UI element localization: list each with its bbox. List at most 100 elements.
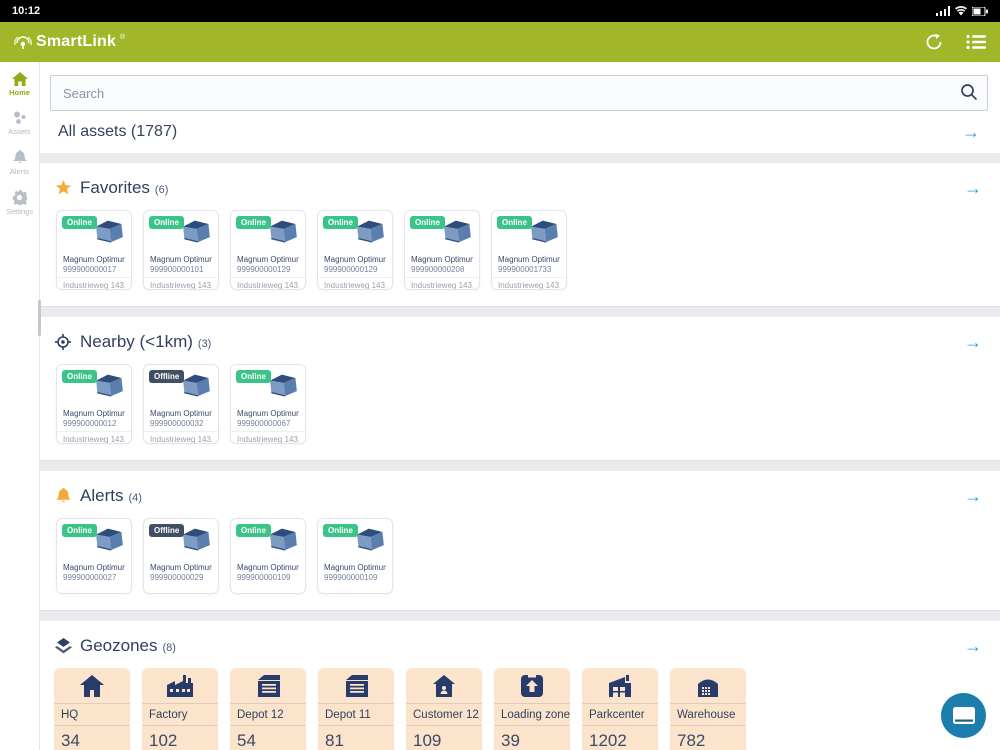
asset-card[interactable]: Online Magnum Optimum ... 999900000101 I… — [143, 210, 219, 290]
favorites-arrow[interactable]: → — [962, 179, 984, 197]
geozone-tile[interactable]: Depot 12 54 — [230, 668, 306, 750]
app-header: SmartLink ® — [0, 22, 1000, 62]
refresh-button[interactable] — [924, 32, 944, 52]
asset-card[interactable]: Online Magnum Optimum ... 999900000067 I… — [230, 364, 306, 444]
favorites-cards: Online Magnum Optimum ... 999900000017 I… — [40, 208, 1000, 306]
status-badge: Online — [323, 216, 358, 229]
section-geozones: Geozones (8) → HQ 34 Factory 102 Depot 1… — [40, 621, 1000, 750]
home-icon — [11, 72, 28, 86]
asset-card[interactable]: Online Magnum Optimum ... 999900000027 — [56, 518, 132, 594]
asset-name: Magnum Optimum ... — [324, 255, 386, 264]
status-badge: Online — [236, 370, 271, 383]
asset-name: Magnum Optimum ... — [150, 255, 212, 264]
container-bin-image — [92, 216, 126, 246]
container-bin-image — [353, 524, 387, 554]
status-badge: Online — [236, 524, 271, 537]
status-badge: Online — [410, 216, 445, 229]
geozone-label: Depot 12 — [230, 704, 306, 726]
asset-card[interactable]: Online Magnum Optimum ... 999900000012 I… — [56, 364, 132, 444]
section-title: Geozones — [80, 636, 158, 655]
card-divider — [318, 277, 392, 278]
sidebar-item-label: Home — [9, 88, 30, 97]
asset-card[interactable]: Offline Magnum Optimum ... 999900000032 … — [143, 364, 219, 444]
asset-serial: 999900000017 — [63, 265, 117, 274]
card-divider — [405, 277, 479, 278]
geozone-count: 54 — [237, 731, 256, 750]
status-bar: 10:12 — [0, 0, 1000, 22]
alerts-cards: Online Magnum Optimum ... 999900000027 O… — [40, 516, 1000, 610]
search-input[interactable] — [50, 75, 988, 111]
geozone-count: 102 — [149, 731, 178, 750]
nearby-arrow[interactable]: → — [962, 333, 984, 351]
asset-card[interactable]: Offline Magnum Optimum ... 999900000029 — [143, 518, 219, 594]
chat-button[interactable] — [941, 693, 986, 738]
factory-icon — [142, 668, 218, 705]
asset-name: Magnum Optimum ... — [63, 563, 125, 572]
all-assets-arrow[interactable]: → — [960, 123, 982, 141]
geozone-tile[interactable]: Customer 12 109 — [406, 668, 482, 750]
card-divider — [144, 277, 218, 278]
sidebar-item-alerts[interactable]: Alerts — [0, 150, 39, 176]
card-divider — [144, 431, 218, 432]
asset-card[interactable]: Online Magnum Optimum ... 999900000129 I… — [230, 210, 306, 290]
asset-serial: 999900001733 — [498, 265, 552, 274]
geozone-tile[interactable]: Depot 11 81 — [318, 668, 394, 750]
asset-name: Magnum Optimum ... — [150, 563, 212, 572]
asset-card[interactable]: Online Magnum Optimum ... 999900000017 I… — [56, 210, 132, 290]
sidebar-item-settings[interactable]: Settings — [0, 190, 39, 216]
brand-logo: SmartLink ® — [14, 33, 125, 51]
signal-icon — [936, 6, 950, 16]
bell-icon — [54, 488, 72, 504]
top-panel: All assets (1787) → — [40, 62, 1000, 153]
asset-name: Magnum Optimum ... — [498, 255, 560, 264]
clock: 10:12 — [12, 5, 41, 17]
asset-card[interactable]: Online Magnum Optimum ... 999900001733 I… — [491, 210, 567, 290]
status-badge: Online — [323, 524, 358, 537]
sidebar-item-assets[interactable]: Assets — [0, 111, 39, 136]
section-title: Nearby (<1km) — [80, 332, 193, 351]
status-badge: Offline — [149, 370, 185, 383]
geozone-count: 109 — [413, 731, 442, 750]
sidebar-item-home[interactable]: Home — [0, 72, 39, 97]
container-bin-image — [179, 370, 213, 400]
list-menu-button[interactable] — [966, 34, 986, 50]
scrollbar-thumb[interactable] — [38, 300, 41, 336]
container-bin-image — [527, 216, 561, 246]
asset-name: Magnum Optimum ... — [150, 409, 212, 418]
nearby-cards: Online Magnum Optimum ... 999900000012 I… — [40, 362, 1000, 460]
asset-address: Industrieweg 143,... — [150, 281, 212, 290]
asset-card[interactable]: Online Magnum Optimum ... 999900000109 — [317, 518, 393, 594]
section-count: (3) — [197, 338, 212, 350]
asset-serial: 999900000027 — [63, 573, 117, 582]
bell-icon — [12, 150, 27, 165]
geozone-tile[interactable]: HQ 34 — [54, 668, 130, 750]
asset-serial: 999900000101 — [150, 265, 204, 274]
asset-card[interactable]: Online Magnum Optimum ... 999900000109 — [230, 518, 306, 594]
asset-address: Industrieweg 143,... — [237, 281, 299, 290]
geozone-count: 39 — [501, 731, 520, 750]
all-assets-row[interactable]: All assets (1787) → — [50, 111, 988, 153]
asset-name: Magnum Optimum ... — [63, 255, 125, 264]
search-icon[interactable] — [960, 83, 978, 101]
asset-card[interactable]: Online Magnum Optimum ... 999900000129 I… — [317, 210, 393, 290]
status-badge: Online — [497, 216, 532, 229]
status-badge: Online — [236, 216, 271, 229]
asset-serial: 999900000029 — [150, 573, 204, 582]
asset-serial: 999900000012 — [63, 419, 117, 428]
asset-card[interactable]: Online Magnum Optimum ... 999900000208 I… — [404, 210, 480, 290]
status-badge: Offline — [149, 524, 185, 537]
card-divider — [57, 431, 131, 432]
card-divider — [231, 431, 305, 432]
geozone-tile[interactable]: Factory 102 — [142, 668, 218, 750]
geozone-tile[interactable]: Warehouse 782 — [670, 668, 746, 750]
smartlink-logo-icon — [14, 33, 32, 51]
geozone-tile[interactable]: Loading zone 39 — [494, 668, 570, 750]
all-assets-label: All assets (1787) — [58, 123, 178, 140]
alerts-arrow[interactable]: → — [962, 487, 984, 505]
geozone-label: Factory — [142, 704, 218, 726]
geozone-tile[interactable]: Parkcenter 1202 — [582, 668, 658, 750]
asset-address: Industrieweg 143,... — [411, 281, 473, 290]
asset-address: Industrieweg 143,... — [63, 435, 125, 444]
geozones-arrow[interactable]: → — [962, 637, 984, 655]
section-favorites: Favorites (6) → Online Magnum Optimum ..… — [40, 163, 1000, 307]
